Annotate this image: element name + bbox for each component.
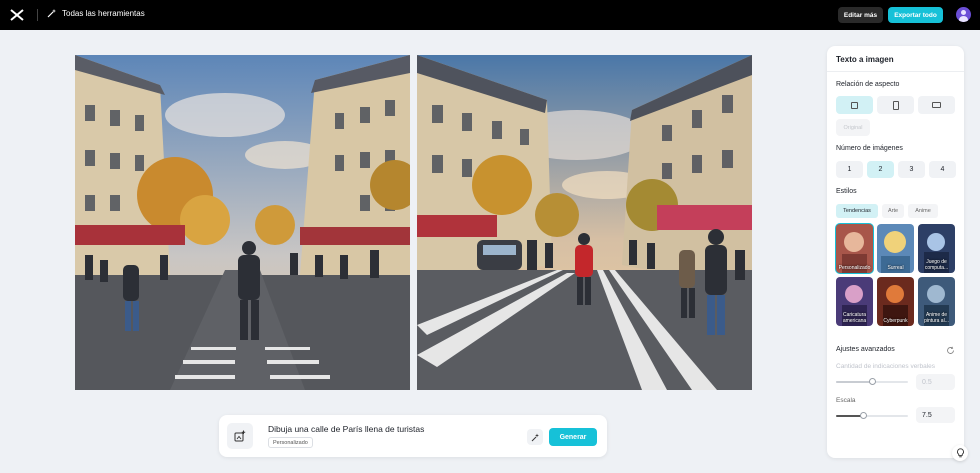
square-icon (851, 101, 858, 109)
scale-value[interactable]: 7.5 (916, 407, 955, 423)
count-3-button[interactable]: 3 (898, 161, 925, 178)
sparkle-icon (531, 433, 539, 441)
magic-wand-icon (47, 9, 56, 18)
slider-thumb[interactable] (860, 412, 867, 419)
style-card-label: Personalizado (838, 265, 871, 271)
all-tools-label: Todas las herramientas (62, 8, 145, 18)
tab-trends[interactable]: Tendencias (836, 204, 878, 218)
aspect-portrait-button[interactable] (877, 96, 914, 114)
style-card-cyberpunk[interactable]: Cyberpunk (877, 277, 914, 326)
aspect-landscape-button[interactable] (918, 96, 955, 114)
prompt-bar: Dibuja una calle de París llena de turis… (219, 415, 607, 457)
enhance-prompt-button[interactable] (527, 429, 543, 445)
generated-image-1[interactable] (75, 55, 410, 390)
style-card-label: Juego de computa... (924, 259, 949, 271)
slider-thumb[interactable] (869, 378, 876, 385)
scale-slider[interactable] (836, 412, 908, 419)
style-card-surreal[interactable]: Surreal (877, 224, 914, 273)
edit-more-button[interactable]: Editar más (838, 7, 883, 23)
avatar[interactable] (956, 7, 971, 22)
style-card-videogame[interactable]: Juego de computa... (918, 224, 955, 273)
tab-art[interactable]: Arte (882, 204, 904, 218)
style-card-label: Cyberpunk (883, 318, 908, 324)
generated-image-2[interactable] (417, 55, 752, 390)
advanced-settings-label: Ajustes avanzados (836, 346, 895, 353)
tab-anime[interactable]: Anime (908, 204, 938, 218)
style-card-label: Surreal (887, 265, 904, 271)
count-4-button[interactable]: 4 (929, 161, 956, 178)
slider-fill (836, 415, 863, 417)
style-tag[interactable]: Personalizado (268, 437, 313, 448)
divider (37, 9, 38, 21)
aspect-original-button[interactable]: Original (836, 119, 870, 136)
top-bar: Todas las herramientas Editar más Export… (0, 0, 980, 30)
count-2-button[interactable]: 2 (867, 161, 894, 178)
panel-title: Texto a imagen (836, 55, 894, 64)
aspect-ratio-label: Relación de aspecto (836, 81, 900, 88)
aspect-square-button[interactable] (836, 96, 873, 114)
verbal-prompts-label: Cantidad de indicaciones verbales (836, 363, 936, 370)
reset-icon[interactable] (946, 346, 955, 355)
prompt-input[interactable]: Dibuja una calle de París llena de turis… (268, 424, 424, 434)
verbal-prompts-slider[interactable] (836, 378, 908, 385)
verbal-prompts-value[interactable]: 0.5 (916, 374, 955, 390)
image-upload-button[interactable] (227, 423, 253, 449)
style-card-anime-painting[interactable]: Anime de pintura al... (918, 277, 955, 326)
all-tools-link[interactable]: Todas las herramientas (47, 8, 145, 18)
landscape-icon (932, 102, 941, 108)
image-count-label: Número de imágenes (836, 145, 903, 152)
help-button[interactable] (952, 445, 968, 461)
divider (827, 71, 964, 72)
portrait-icon (892, 100, 899, 110)
style-card-cartoon[interactable]: Caricatura americana (836, 277, 873, 326)
style-card-label: Anime de pintura al... (924, 312, 949, 324)
image-upload-icon (234, 430, 246, 442)
export-all-button[interactable]: Exportar todo (888, 7, 943, 23)
count-1-button[interactable]: 1 (836, 161, 863, 178)
slider-fill (836, 381, 872, 383)
style-card-label: Caricatura americana (842, 312, 867, 324)
capcut-logo-icon[interactable] (9, 8, 25, 22)
generate-button[interactable]: Generar (549, 428, 597, 446)
style-card-custom[interactable]: Personalizado (835, 223, 874, 274)
text-to-image-panel: Texto a imagen Relación de aspecto Origi… (827, 46, 964, 458)
styles-label: Estilos (836, 188, 857, 195)
lightbulb-icon (956, 448, 964, 458)
scale-label: Escala (836, 397, 856, 404)
